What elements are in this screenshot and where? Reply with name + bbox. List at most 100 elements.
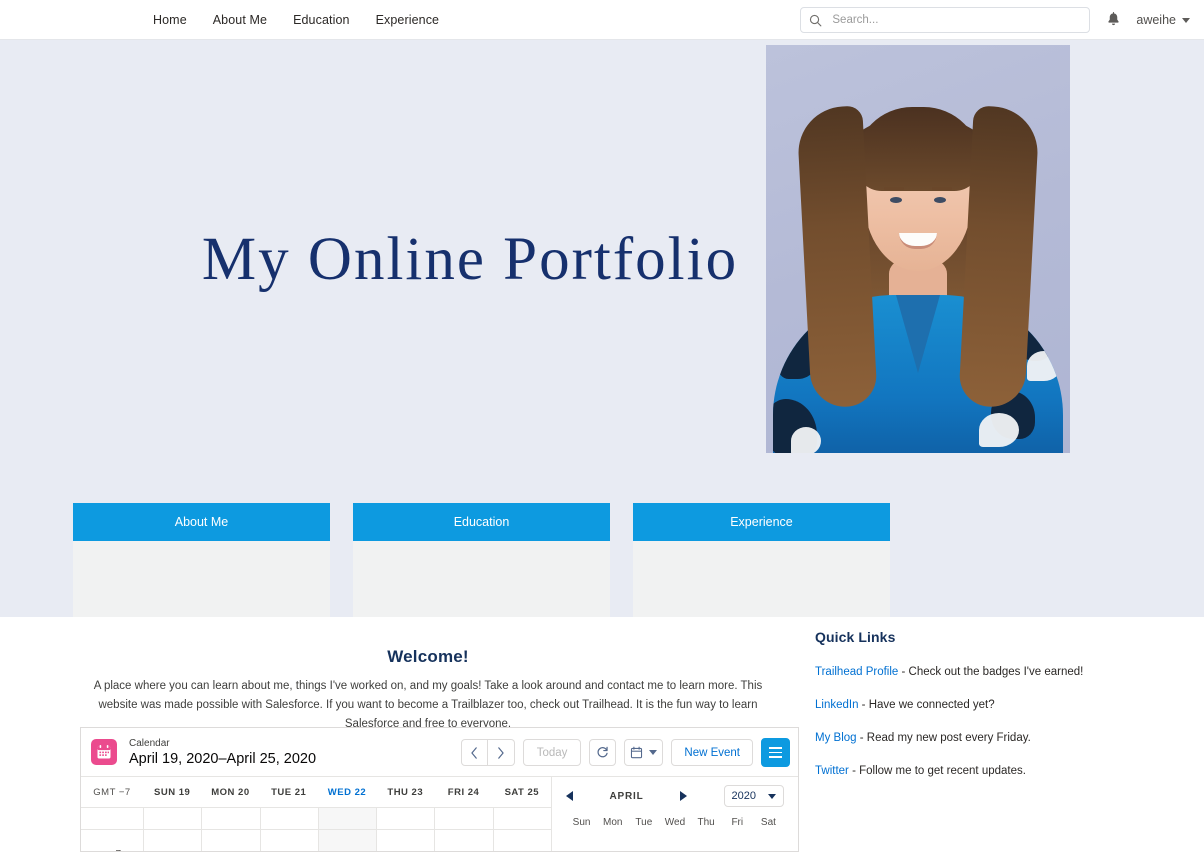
calendar-day-header-tue[interactable]: TUE 21 <box>260 787 318 798</box>
calendar-date-range: April 19, 2020–April 25, 2020 <box>129 750 317 767</box>
welcome-title: Welcome! <box>387 647 469 666</box>
primary-nav: Home About Me Education Experience <box>153 13 439 27</box>
mini-dow-sun: Sun <box>572 817 591 828</box>
quick-link-item: LinkedIn - Have we connected yet? <box>815 699 1186 711</box>
calendar-timezone-label: GMT −7 <box>93 786 131 798</box>
calendar-cell[interactable] <box>376 830 434 851</box>
portrait-brow-left <box>884 187 904 190</box>
quick-links-title: Quick Links <box>815 629 896 645</box>
calendar-widget: Calendar April 19, 2020–April 25, 2020 T… <box>80 727 799 852</box>
card-about-me-header[interactable]: About Me <box>73 503 330 541</box>
portrait-eye-left <box>890 197 902 203</box>
quick-link-twitter-text: - Follow me to get recent updates. <box>848 765 1026 777</box>
user-name-label: aweihe <box>1136 13 1176 27</box>
calendar-cell[interactable] <box>143 808 201 829</box>
mini-calendar-year-value: 2020 <box>731 790 756 802</box>
calendar-week-view: GMT −7 SUN 19 MON 20 TUE 21 WED 22 THU 2… <box>81 777 551 851</box>
hero-section: My Online Portfolio About Me Education E… <box>0 40 1204 646</box>
calendar-cell[interactable] <box>434 808 492 829</box>
calendar-day-header-sat[interactable]: SAT 25 <box>493 787 551 798</box>
card-experience-header[interactable]: Experience <box>633 503 890 541</box>
chevron-right-icon <box>498 746 504 759</box>
calendar-icon <box>91 739 117 765</box>
calendar-view-icon <box>631 746 643 759</box>
quick-link-trailhead-profile[interactable]: Trailhead Profile <box>815 666 898 678</box>
quick-links-section: Quick Links Trailhead Profile - Check ou… <box>815 629 1186 777</box>
calendar-kicker: Calendar <box>129 737 170 749</box>
portrait-brow-right <box>932 187 952 190</box>
calendar-gutter-cell <box>81 808 143 829</box>
chevron-down-icon <box>649 750 658 755</box>
quick-link-twitter[interactable]: Twitter <box>815 765 849 777</box>
quick-link-my-blog-text: - Read my new post every Friday. <box>856 732 1031 744</box>
calendar-header: Calendar April 19, 2020–April 25, 2020 T… <box>81 728 798 776</box>
nav-item-home[interactable]: Home <box>153 13 187 27</box>
main-content-panel: Welcome! A place where you can learn abo… <box>58 617 1186 852</box>
calendar-view-select[interactable] <box>624 739 664 766</box>
user-menu[interactable]: aweihe <box>1136 13 1190 27</box>
notifications-button[interactable] <box>1102 7 1124 33</box>
calendar-cell-today[interactable] <box>317 830 377 851</box>
calendar-next-button[interactable] <box>487 739 515 766</box>
new-event-button[interactable]: New Event <box>671 739 753 766</box>
calendar-body: GMT −7 SUN 19 MON 20 TUE 21 WED 22 THU 2… <box>81 776 798 851</box>
calendar-cell[interactable] <box>201 830 259 851</box>
calendar-day-header-wed[interactable]: WED 22 <box>318 787 376 798</box>
calendar-cell[interactable] <box>492 808 551 829</box>
calendar-titles: Calendar April 19, 2020–April 25, 2020 <box>129 737 316 768</box>
calendar-cell[interactable] <box>434 830 492 851</box>
mini-dow-sat: Sat <box>760 817 776 828</box>
search-input[interactable]: Search... <box>800 7 1091 33</box>
quick-link-item: Trailhead Profile - Check out the badges… <box>815 666 1186 678</box>
portrait-vneck <box>896 295 940 373</box>
quick-link-trailhead-profile-text: - Check out the badges I've earned! <box>898 666 1084 678</box>
calendar-cell[interactable] <box>376 808 434 829</box>
quick-link-my-blog[interactable]: My Blog <box>815 732 857 744</box>
mini-dow-fri: Fri <box>731 817 744 828</box>
nav-item-experience[interactable]: Experience <box>376 13 440 27</box>
calendar-gutter-cell: 7am <box>81 830 143 851</box>
calendar-week-header: GMT −7 SUN 19 MON 20 TUE 21 WED 22 THU 2… <box>81 777 551 807</box>
blouse-flower-3 <box>979 413 1019 447</box>
calendar-refresh-button[interactable] <box>589 739 617 766</box>
welcome-body: A place where you can learn about me, th… <box>93 680 763 730</box>
mini-dow-mon: Mon <box>602 817 623 828</box>
blouse-flower-2 <box>1027 351 1061 381</box>
calendar-allday-row <box>81 808 551 830</box>
portfolio-page: Home About Me Education Experience Searc… <box>0 0 1204 852</box>
card-education-header[interactable]: Education <box>353 503 610 541</box>
calendar-cell[interactable] <box>143 830 201 851</box>
calendar-day-header-thu[interactable]: THU 23 <box>376 787 434 798</box>
calendar-day-header-mon[interactable]: MON 20 <box>201 787 259 798</box>
mini-calendar-month: APRIL <box>609 790 644 802</box>
bell-icon <box>1106 12 1121 28</box>
calendar-day-header-sun[interactable]: SUN 19 <box>143 787 201 798</box>
portrait-photo <box>766 45 1070 453</box>
chevron-down-icon <box>767 793 776 799</box>
calendar-cell[interactable] <box>492 830 551 851</box>
calendar-prev-next-group <box>460 739 515 766</box>
search-icon <box>809 14 822 27</box>
calendar-today-button[interactable]: Today <box>522 739 582 766</box>
triangle-right-icon[interactable] <box>680 791 687 801</box>
nav-item-about-me[interactable]: About Me <box>213 13 267 27</box>
mini-dow-thu: Thu <box>697 817 715 828</box>
quick-link-linkedin[interactable]: LinkedIn <box>815 699 858 711</box>
calendar-menu-button[interactable] <box>761 738 790 767</box>
mini-calendar-year-select[interactable]: 2020 <box>723 785 784 807</box>
calendar-prev-button[interactable] <box>460 739 488 766</box>
portrait-eye-right <box>934 197 946 203</box>
refresh-icon <box>597 746 609 758</box>
blouse-flower-4 <box>791 427 821 453</box>
calendar-cell[interactable] <box>259 808 318 829</box>
top-navigation-bar: Home About Me Education Experience Searc… <box>0 0 1204 40</box>
calendar-toolbar: Today New Event <box>460 738 790 767</box>
calendar-cell[interactable] <box>201 808 259 829</box>
calendar-day-header-fri[interactable]: FRI 24 <box>434 787 492 798</box>
nav-item-education[interactable]: Education <box>293 13 350 27</box>
chevron-left-icon <box>471 746 477 759</box>
calendar-cell[interactable] <box>259 830 318 851</box>
triangle-left-icon[interactable] <box>566 791 573 801</box>
calendar-cell-today[interactable] <box>317 808 377 829</box>
search-placeholder: Search... <box>832 14 879 26</box>
